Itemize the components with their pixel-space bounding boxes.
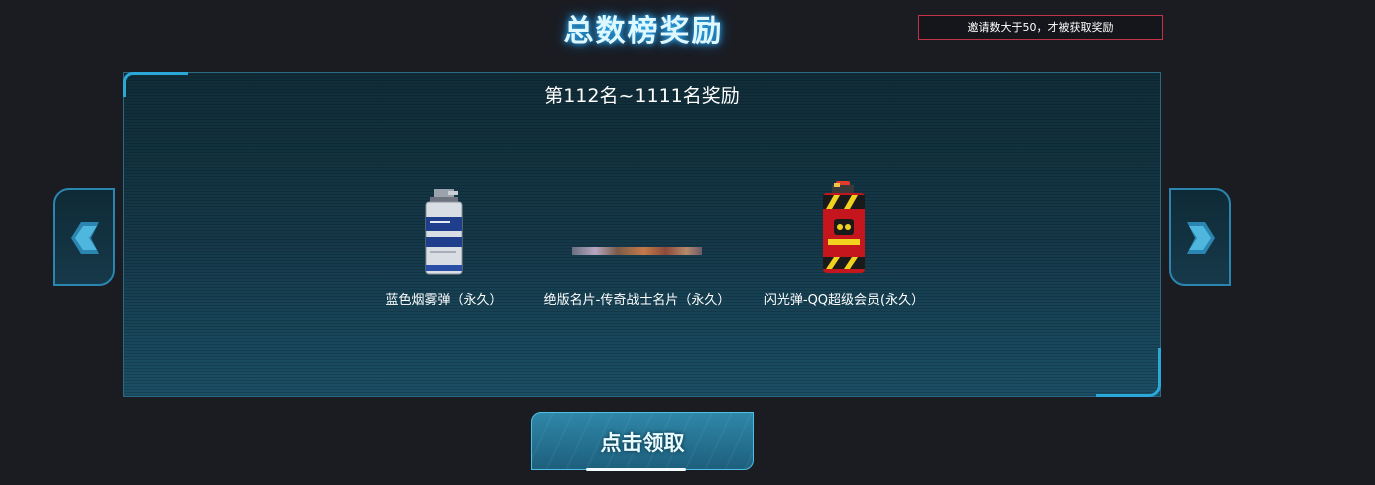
claim-reward-button[interactable]: 点击领取 bbox=[531, 412, 754, 471]
blue-smoke-grenade-icon bbox=[425, 189, 463, 275]
reward-panel: 第112名~1111名奖励 蓝色烟雾弹（永久） 绝版名片-传奇战士名片（永久） … bbox=[123, 72, 1161, 397]
panel-corner-accent bbox=[1096, 348, 1161, 397]
legendary-warrior-namecard-icon bbox=[572, 247, 702, 255]
rank-range-heading: 第112名~1111名奖励 bbox=[544, 85, 740, 107]
prev-page-button[interactable] bbox=[53, 188, 115, 286]
reward-item: 绝版名片-传奇战士名片（永久） bbox=[532, 181, 742, 308]
reward-label: 绝版名片-传奇战士名片（永久） bbox=[543, 293, 731, 308]
claim-button-label: 点击领取 bbox=[600, 431, 685, 455]
red-flashbang-icon bbox=[823, 181, 865, 273]
eligibility-notice: 邀请数大于50，才被获取奖励 bbox=[918, 15, 1163, 40]
chevron-left-icon bbox=[71, 222, 99, 254]
reward-label: 闪光弹-QQ超级会员(永久） bbox=[763, 293, 925, 308]
reward-page: 总数榜奖励 邀请数大于50，才被获取奖励 第112名~1111名奖励 蓝色烟雾弹… bbox=[0, 0, 1375, 485]
reward-item: 闪光弹-QQ超级会员(永久） bbox=[759, 181, 929, 308]
next-page-button[interactable] bbox=[1169, 188, 1231, 286]
chevron-right-icon bbox=[1187, 222, 1215, 254]
reward-item: 蓝色烟雾弹（永久） bbox=[379, 181, 509, 308]
reward-label: 蓝色烟雾弹（永久） bbox=[385, 293, 503, 308]
claim-button-underline bbox=[586, 468, 686, 471]
